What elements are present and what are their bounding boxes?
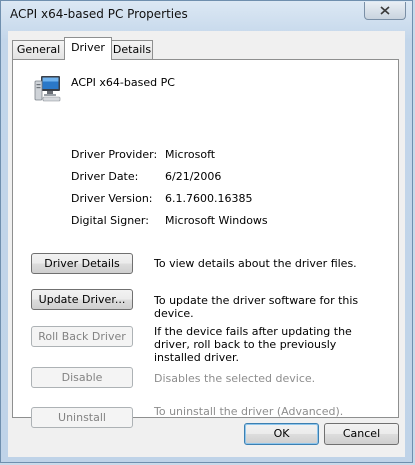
title-bar[interactable]: ACPI x64-based PC Properties [1,1,412,29]
digital-signer-value: Microsoft Windows [165,214,268,227]
tab-driver[interactable]: Driver [64,37,112,60]
driver-version-value: 6.1.7600.16385 [165,192,253,205]
driver-tab-panel: ACPI x64-based PC Driver Provider: Micro… [12,59,399,428]
driver-date-value: 6/21/2006 [165,170,222,183]
dialog-body: General Driver Details ACPI x64-based PC… [8,31,405,457]
window-title: ACPI x64-based PC Properties [10,7,188,21]
uninstall-description: To uninstall the driver (Advanced). [154,405,344,418]
roll-back-driver-description: If the device fails after updating the d… [154,325,352,364]
properties-dialog: ACPI x64-based PC Properties General Dri… [0,0,413,463]
tab-details[interactable]: Details [111,40,153,59]
digital-signer-label: Digital Signer: [71,214,149,227]
driver-details-description: To view details about the driver files. [154,257,357,270]
device-name: ACPI x64-based PC [71,76,175,89]
uninstall-button[interactable]: Uninstall [31,407,133,428]
tab-general[interactable]: General [12,40,65,59]
update-driver-button[interactable]: Update Driver... [31,289,133,310]
driver-details-button[interactable]: Driver Details [31,253,133,274]
close-x-icon [380,6,390,15]
ok-button[interactable]: OK [244,423,319,445]
driver-date-label: Driver Date: [71,170,139,183]
computer-monitor-icon [34,76,61,102]
disable-description: Disables the selected device. [154,372,316,385]
close-button[interactable] [364,2,406,20]
update-driver-description: To update the driver software for this d… [154,294,359,320]
driver-provider-label: Driver Provider: [71,148,158,161]
driver-version-label: Driver Version: [71,192,153,205]
cancel-button[interactable]: Cancel [324,423,399,445]
roll-back-driver-button[interactable]: Roll Back Driver [31,326,133,347]
disable-button[interactable]: Disable [31,367,133,388]
driver-provider-value: Microsoft [165,148,216,161]
